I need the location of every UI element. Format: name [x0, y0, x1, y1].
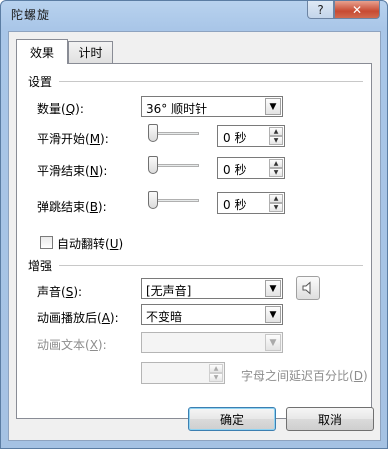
- bounce-end-spinner[interactable]: 0 秒 ▲ ▼: [217, 192, 285, 214]
- chevron-down-icon[interactable]: ▼: [265, 98, 281, 115]
- bounce-end-slider-thumb[interactable]: [148, 191, 158, 209]
- help-button[interactable]: ?: [307, 1, 334, 19]
- spin-up-icon[interactable]: ▲: [269, 194, 283, 203]
- bounce-end-slider-track[interactable]: [151, 199, 199, 202]
- cancel-button[interactable]: 取消: [286, 407, 374, 431]
- spin-down-icon[interactable]: ▼: [269, 168, 283, 177]
- dialog-window: 陀螺旋 ? ✕ 效果 计时 设置 数量(Q): 36° 顺时针 ▼ 平滑开始(M…: [0, 0, 388, 449]
- smooth-start-value: 0 秒: [223, 131, 247, 145]
- amount-dropdown[interactable]: 36° 顺时针 ▼: [141, 96, 283, 117]
- settings-section-title: 设置: [28, 75, 53, 89]
- bounce-end-label: 弹跳结束(B):: [37, 200, 107, 214]
- after-animation-dropdown[interactable]: 不变暗 ▼: [141, 304, 283, 325]
- effect-tab-page: 设置 数量(Q): 36° 顺时针 ▼ 平滑开始(M): 0 秒 ▲ ▼ 平滑结束…: [16, 63, 372, 419]
- animate-text-label: 动画文本(X):: [37, 338, 107, 352]
- enhancements-section-title: 增强: [28, 259, 53, 273]
- close-icon: ✕: [351, 2, 363, 17]
- speaker-icon: [302, 281, 311, 295]
- spin-down-icon[interactable]: ▼: [269, 203, 283, 212]
- delay-between-spinner[interactable]: ▲ ▼: [141, 362, 225, 384]
- tab-effect[interactable]: 效果: [16, 39, 68, 64]
- spin-down-icon[interactable]: ▼: [269, 136, 283, 145]
- dialog-client-area: 效果 计时 设置 数量(Q): 36° 顺时针 ▼ 平滑开始(M): 0 秒 ▲…: [8, 31, 381, 441]
- enhancements-separator: [59, 265, 363, 266]
- delay-between-label: 字母之间延迟百分比(D): [241, 369, 368, 383]
- chevron-down-icon[interactable]: ▼: [265, 334, 281, 351]
- sound-volume-button[interactable]: [296, 276, 320, 300]
- close-button[interactable]: ✕: [334, 1, 380, 19]
- after-animation-label: 动画播放后(A):: [37, 311, 119, 325]
- tab-timing[interactable]: 计时: [68, 41, 113, 63]
- spin-up-icon[interactable]: ▲: [209, 364, 223, 373]
- tab-effect-label: 效果: [29, 45, 54, 60]
- title-bar[interactable]: 陀螺旋 ? ✕: [1, 1, 387, 25]
- smooth-end-slider-thumb[interactable]: [148, 156, 158, 174]
- help-icon: ?: [317, 2, 324, 17]
- chevron-down-icon[interactable]: ▼: [265, 306, 281, 323]
- chevron-down-icon[interactable]: ▼: [265, 280, 281, 297]
- smooth-start-slider-track[interactable]: [151, 132, 199, 135]
- spin-down-icon[interactable]: ▼: [209, 373, 223, 382]
- smooth-start-label: 平滑开始(M):: [37, 132, 109, 146]
- smooth-end-slider-track[interactable]: [151, 164, 199, 167]
- ok-button[interactable]: 确定: [188, 407, 276, 431]
- smooth-end-label: 平滑结束(N):: [37, 164, 108, 178]
- window-title: 陀螺旋: [11, 8, 51, 22]
- smooth-end-value: 0 秒: [223, 163, 247, 177]
- sound-label: 声音(S):: [37, 285, 83, 299]
- amount-value: 36° 顺时针: [146, 102, 208, 116]
- smooth-start-spinner[interactable]: 0 秒 ▲ ▼: [217, 125, 285, 147]
- sound-value: [无声音]: [146, 284, 192, 298]
- sound-dropdown[interactable]: [无声音] ▼: [141, 278, 283, 299]
- spin-up-icon[interactable]: ▲: [269, 127, 283, 136]
- tab-timing-label: 计时: [78, 46, 103, 60]
- smooth-end-spinner[interactable]: 0 秒 ▲ ▼: [217, 157, 285, 179]
- settings-separator: [59, 81, 363, 82]
- spin-up-icon[interactable]: ▲: [269, 159, 283, 168]
- bounce-end-value: 0 秒: [223, 198, 247, 212]
- amount-label: 数量(Q):: [37, 102, 84, 116]
- auto-reverse-label[interactable]: 自动翻转(U): [57, 235, 123, 252]
- smooth-start-slider-thumb[interactable]: [148, 124, 158, 142]
- animate-text-dropdown[interactable]: ▼: [141, 332, 283, 353]
- after-animation-value: 不变暗: [146, 310, 183, 324]
- auto-reverse-checkbox[interactable]: [40, 236, 53, 249]
